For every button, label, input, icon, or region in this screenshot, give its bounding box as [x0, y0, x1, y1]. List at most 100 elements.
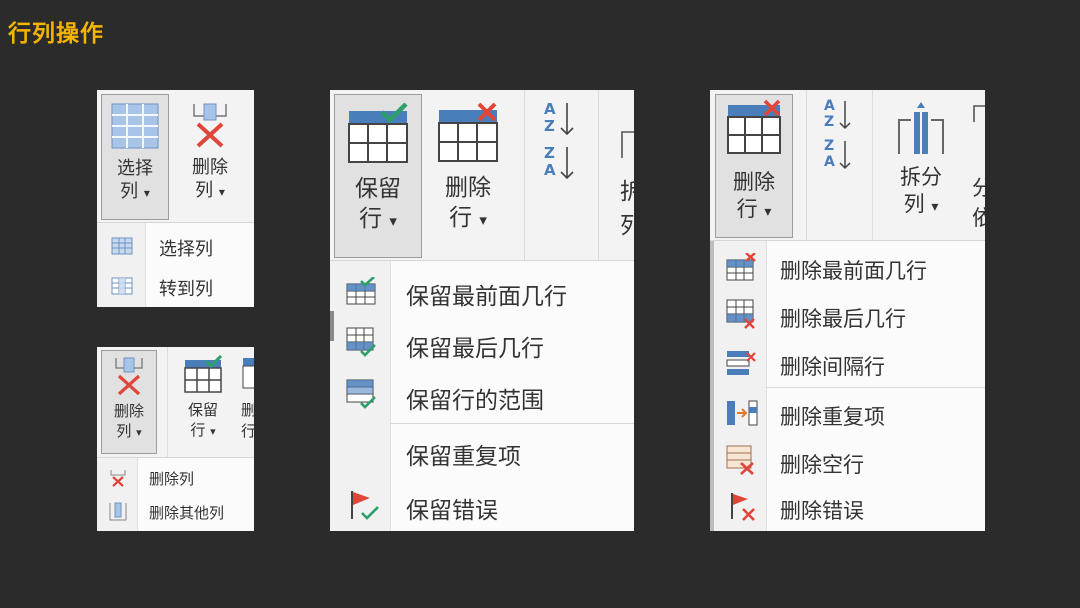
menu-item-keep-top-rows[interactable]: 保留最前面几行 [330, 267, 634, 313]
keep-rows-label-line2: 行 [359, 205, 383, 232]
split-column-icon [896, 100, 946, 156]
menu-item-remove-duplicates[interactable]: 删除重复项 [710, 391, 985, 435]
remove-duplicates-icon [726, 399, 758, 427]
menu-item-keep-duplicates[interactable]: 保留重复项 [330, 427, 634, 473]
chevron-down-icon: ▾ [136, 425, 142, 439]
delete-column-icon [113, 356, 145, 396]
delete-rows-label: 删除 [733, 170, 775, 194]
delete-columns-button[interactable]: 删除 列 ▾ [175, 94, 245, 220]
chevron-down-icon: ▾ [389, 211, 397, 230]
sort-ascending-button[interactable]: A Z [540, 100, 580, 140]
menu-item-label: 删除空行 [780, 453, 864, 477]
keep-rows-button[interactable]: 保留 行 ▾ [334, 94, 422, 258]
menu-item-label: 保留重复项 [406, 444, 521, 470]
delete-columns-label: 删除 [113, 402, 144, 420]
menu-item-label: 选择列 [159, 239, 213, 260]
clipped-label: 删 [241, 401, 254, 419]
clipped-label-2: 列 [620, 213, 634, 239]
split-column-button[interactable]: 拆分 列 ▾ [886, 96, 956, 236]
ribbon-divider [524, 90, 525, 260]
delete-rows-label-2: 行 ▾ [716, 196, 792, 223]
menu-item-label: 保留错误 [406, 498, 498, 524]
sort-descending-icon: Z A [820, 138, 856, 176]
menu-item-remove-errors[interactable]: 删除错误 [710, 485, 985, 529]
keep-range-icon [346, 379, 376, 409]
ribbon-divider [872, 90, 873, 240]
menu-item-remove-other-columns[interactable]: 删除其他列 [97, 496, 254, 528]
sort-asc-top: A [544, 100, 556, 118]
remove-errors-icon [728, 491, 758, 521]
sort-ascending-icon: A Z [540, 100, 580, 140]
keep-rows-icon [347, 103, 409, 165]
remove-blank-rows-icon [726, 445, 756, 475]
sort-ascending-button[interactable]: A Z [820, 98, 856, 136]
choose-columns-button[interactable]: 选择 列 ▾ [101, 94, 169, 220]
menu-item-label: 保留行的范围 [406, 388, 544, 414]
choose-columns-panel: 选择 列 ▾ 删除 列 ▾ 选择列 转到列 [97, 90, 254, 307]
choose-columns-label-line2: 列 [120, 181, 139, 203]
menu-item-select-columns[interactable]: 选择列 [97, 231, 254, 265]
clipped-delete-rows-button[interactable]: 删 行 [241, 355, 254, 441]
menu-item-remove-top-rows[interactable]: 删除最前面几行 [710, 245, 985, 289]
keep-rows-icon [183, 355, 223, 395]
keep-rows-button[interactable]: 保留 行 ▾ [175, 350, 231, 454]
sort-descending-button[interactable]: Z A [540, 144, 580, 184]
ribbon: 保留 行 ▾ 删除 行 ▾ A Z Z A 拆 列 [330, 90, 634, 261]
chevron-down-icon: ▾ [218, 185, 225, 200]
menu-item-remove-alternate-rows[interactable]: 删除间隔行 [710, 341, 985, 385]
choose-columns-label: 选择 [117, 158, 153, 179]
menu-item-keep-errors[interactable]: 保留错误 [330, 481, 634, 527]
ribbon-divider [598, 90, 599, 260]
delete-rows-icon [726, 99, 782, 157]
clipped-group-button[interactable]: 分 依 [972, 104, 985, 232]
keep-rows-label-line2: 行 [190, 420, 206, 439]
sort-descending-button[interactable]: Z A [820, 138, 856, 176]
menu-item-goto-column[interactable]: 转到列 [97, 271, 254, 305]
delete-rows-icon [437, 102, 499, 164]
menu-item-label: 删除错误 [780, 499, 864, 523]
sort-asc-bottom: Z [824, 114, 835, 130]
menu-separator [390, 423, 634, 424]
delete-rows-label: 删除 [445, 175, 491, 201]
menu-item-keep-bottom-rows[interactable]: 保留最后几行 [330, 319, 634, 365]
select-columns-icon [111, 237, 133, 255]
menu-item-keep-range[interactable]: 保留行的范围 [330, 371, 634, 417]
delete-rows-button[interactable]: 删除 行 ▾ [715, 94, 793, 238]
ribbon-divider [167, 347, 168, 457]
keep-rows-menu: 保留最前面几行 保留最后几行 保留行的范围 保留重复项 保留错误 [330, 261, 634, 531]
delete-columns-label: 删除 [192, 157, 228, 178]
sort-descending-icon: Z A [540, 144, 580, 184]
keep-rows-label: 保留 [187, 401, 218, 419]
menu-item-label: 删除最前面几行 [780, 259, 927, 283]
delete-rows-label-line2: 行 [449, 204, 473, 231]
menu-item-remove-blank-rows[interactable]: 删除空行 [710, 439, 985, 483]
delete-columns-label-2: 列 ▾ [175, 179, 245, 202]
sort-desc-top: Z [824, 138, 835, 154]
sort-desc-bottom: A [824, 154, 835, 170]
menu-item-label: 删除其他列 [149, 504, 225, 522]
remove-other-columns-icon [108, 502, 128, 522]
choose-columns-label-2: 列 ▾ [102, 180, 168, 203]
delete-rows-panel: 删除 行 ▾ A Z Z A 拆分 列 ▾ 分 依 删除最前面几行 删除最后几行… [710, 90, 985, 531]
delete-columns-panel: 删除 列 ▾ 保留 行 ▾ 删 行 删除列 删除其他列 [97, 347, 254, 531]
delete-columns-label-2: 列 ▾ [102, 422, 156, 442]
delete-rows-label-2: 行 ▾ [428, 204, 508, 234]
keep-bottom-rows-icon [346, 327, 376, 357]
delete-rows-button[interactable]: 删除 行 ▾ [428, 94, 508, 258]
delete-column-icon [190, 102, 230, 148]
clipped-label-2: 依 [972, 206, 985, 230]
delete-columns-menu: 删除列 删除其他列 [97, 458, 254, 531]
remove-bottom-rows-icon [726, 299, 756, 329]
menu-item-label: 删除间隔行 [780, 355, 885, 379]
page-title: 行列操作 [8, 21, 104, 47]
delete-columns-button[interactable]: 删除 列 ▾ [101, 350, 157, 454]
sort-ascending-icon: A Z [820, 98, 856, 136]
clipped-split-button[interactable]: 拆 列 [620, 130, 634, 240]
ribbon: 删除 行 ▾ A Z Z A 拆分 列 ▾ 分 依 [710, 90, 985, 241]
chevron-down-icon: ▾ [143, 186, 150, 201]
menu-item-remove-bottom-rows[interactable]: 删除最后几行 [710, 293, 985, 337]
menu-item-remove-column[interactable]: 删除列 [97, 462, 254, 494]
menu-item-label: 保留最前面几行 [406, 284, 567, 310]
delete-columns-label-line2: 列 [116, 421, 132, 440]
ribbon-divider [806, 90, 807, 240]
